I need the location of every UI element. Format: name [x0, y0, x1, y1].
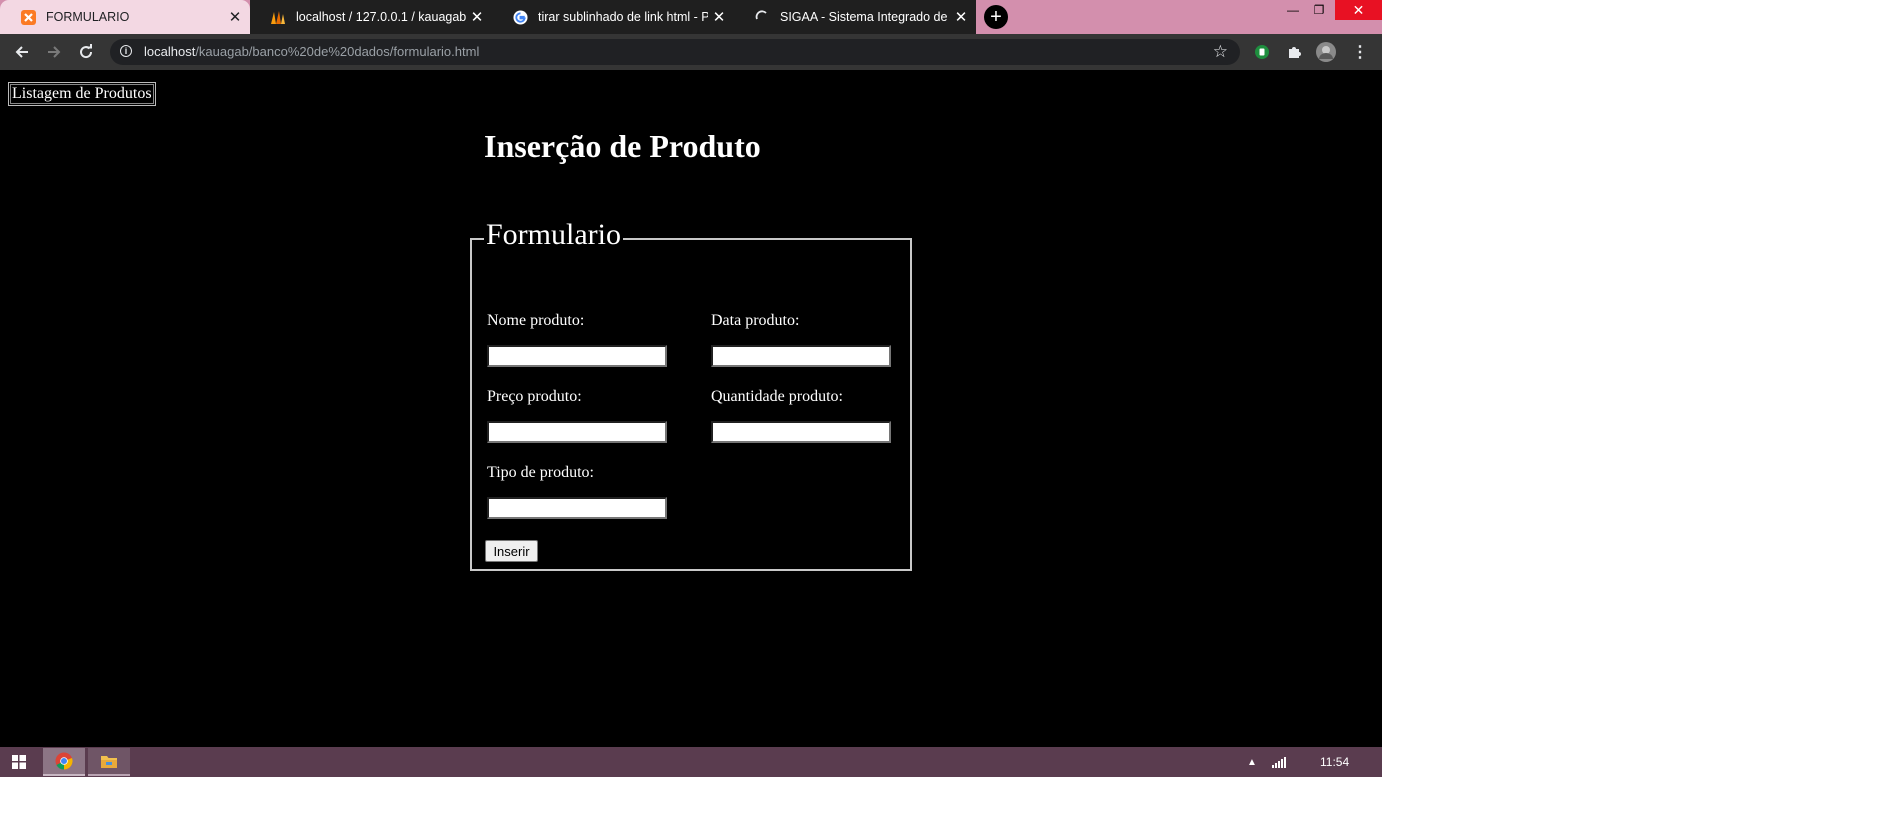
tab-title: SIGAA - Sistema Integrado de Ge [780, 10, 950, 24]
tab-title: localhost / 127.0.0.1 / kauagab / p [296, 10, 466, 24]
phpmyadmin-icon [270, 9, 286, 25]
menu-kebab-icon[interactable]: ⋮ [1350, 42, 1370, 62]
tab-strip: FORMULARIO ✕ localhost / 127.0.0.1 / kau… [0, 0, 1382, 34]
url-host: localhost [144, 44, 196, 59]
close-tab-icon[interactable]: ✕ [708, 8, 730, 26]
extension-green-icon[interactable] [1252, 42, 1272, 62]
reload-icon[interactable] [74, 40, 98, 64]
tab-title: tirar sublinhado de link html - Pe [538, 10, 708, 24]
google-icon [512, 9, 528, 25]
restore-icon[interactable]: ❐ [1306, 0, 1332, 20]
insert-button[interactable]: Inserir [485, 540, 538, 562]
tab-phpmyadmin[interactable]: localhost / 127.0.0.1 / kauagab / p ✕ [250, 0, 492, 34]
product-name-label: Nome produto: [487, 312, 585, 329]
url-path: /kauagab/banco%20de%20dados/formulario.h… [195, 44, 480, 59]
close-window-icon[interactable]: ✕ [1335, 0, 1382, 20]
product-type-input[interactable] [487, 497, 667, 519]
new-tab-button[interactable]: + [984, 5, 1008, 29]
product-quantity-label: Quantidade produto: [711, 388, 843, 405]
product-date-label: Data produto: [711, 312, 800, 329]
product-type-label: Tipo de produto: [487, 464, 594, 481]
back-arrow-icon[interactable] [10, 40, 34, 64]
browser-toolbar: i localhost/kauagab/banco%20de%20dados/f… [0, 34, 1382, 70]
taskbar: ▲ 11:54 [0, 747, 1382, 777]
site-info-icon[interactable]: i [120, 45, 132, 57]
network-signal-icon[interactable] [1266, 748, 1292, 776]
product-name-input[interactable] [487, 345, 667, 367]
tab-google-search[interactable]: tirar sublinhado de link html - Pe ✕ [492, 0, 734, 34]
page-title: Inserção de Produto [484, 128, 761, 164]
loading-spinner-icon [754, 9, 770, 25]
screen: FORMULARIO ✕ localhost / 127.0.0.1 / kau… [0, 0, 1382, 777]
close-tab-icon[interactable]: ✕ [466, 8, 488, 26]
product-quantity-input[interactable] [711, 421, 891, 443]
product-price-input[interactable] [487, 421, 667, 443]
form-legend: Formulario [484, 217, 623, 253]
file-explorer-taskbar-icon[interactable] [88, 748, 130, 776]
show-hidden-icons-icon[interactable]: ▲ [1240, 748, 1264, 776]
profile-avatar[interactable] [1316, 42, 1336, 62]
bookmark-star-icon[interactable]: ☆ [1213, 42, 1228, 62]
extensions-puzzle-icon[interactable] [1284, 42, 1304, 62]
product-date-input[interactable] [711, 345, 891, 367]
minimize-icon[interactable]: — [1280, 0, 1306, 20]
url-text: localhost/kauagab/banco%20de%20dados/for… [144, 44, 479, 59]
address-bar[interactable]: i localhost/kauagab/banco%20de%20dados/f… [110, 39, 1240, 65]
tab-title: FORMULARIO [46, 10, 130, 24]
chrome-taskbar-icon[interactable] [43, 748, 85, 776]
forward-arrow-icon[interactable] [42, 40, 66, 64]
product-list-link[interactable]: Listagem de Produtos [8, 82, 156, 106]
taskbar-clock[interactable]: 11:54 [1320, 755, 1349, 769]
close-tab-icon[interactable]: ✕ [224, 8, 246, 26]
page-content: Listagem de Produtos Inserção de Produto… [0, 70, 1382, 747]
windows-start-icon[interactable] [0, 748, 38, 776]
product-price-label: Preço produto: [487, 388, 582, 405]
product-form: Formulario Nome produto: Data produto: P… [470, 217, 912, 571]
tab-formulario[interactable]: FORMULARIO ✕ [0, 0, 250, 34]
tab-sigaa[interactable]: SIGAA - Sistema Integrado de Ge ✕ [734, 0, 976, 34]
xampp-icon [20, 9, 36, 25]
close-tab-icon[interactable]: ✕ [950, 8, 972, 26]
